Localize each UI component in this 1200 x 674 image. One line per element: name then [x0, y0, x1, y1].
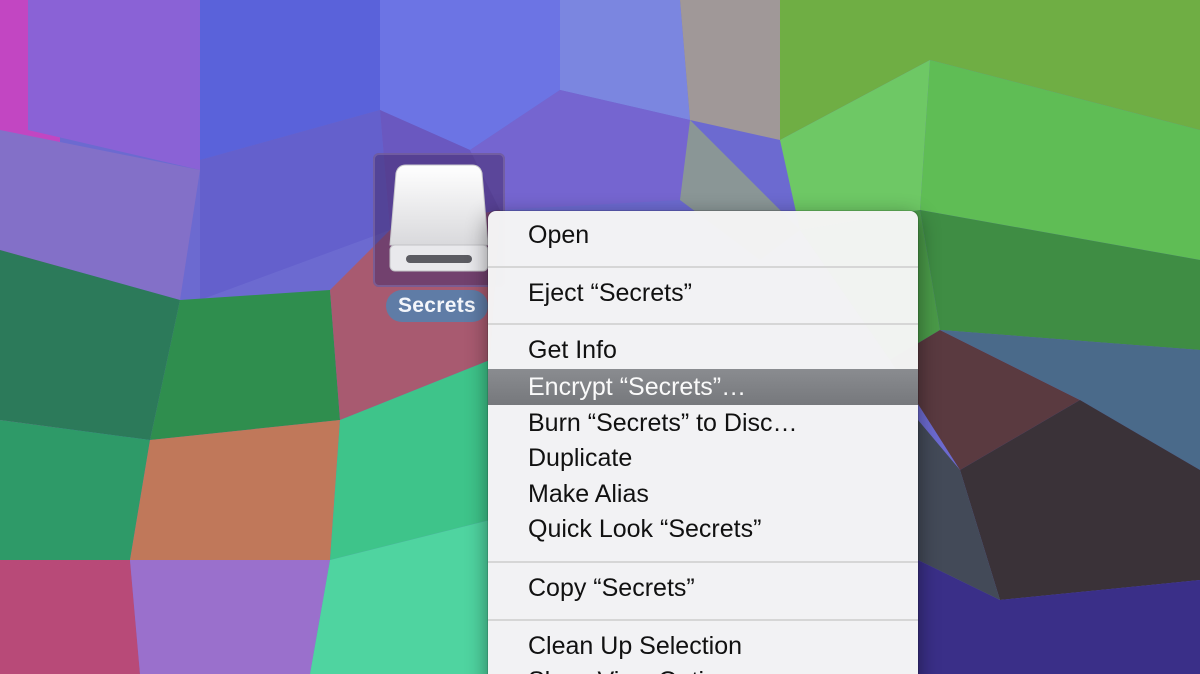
menu-item-open[interactable]: Open	[488, 217, 918, 253]
menu-item-show-view-options[interactable]: Show View Options	[488, 663, 918, 674]
menu-item-make-alias[interactable]: Make Alias	[488, 476, 918, 512]
menu-item-copy[interactable]: Copy “Secrets”	[488, 570, 918, 606]
menu-item-eject[interactable]: Eject “Secrets”	[488, 275, 918, 311]
menu-item-get-info[interactable]: Get Info	[488, 332, 918, 368]
menu-item-quick-look[interactable]: Quick Look “Secrets”	[488, 511, 918, 547]
menu-separator	[488, 619, 918, 621]
context-menu: Open Eject “Secrets” Get Info Encrypt “S…	[488, 211, 918, 674]
desktop[interactable]: Secrets Open Eject “Secrets” Get Info En…	[0, 0, 1200, 674]
drive-label[interactable]: Secrets	[386, 290, 488, 322]
menu-item-clean-up-selection[interactable]: Clean Up Selection	[488, 628, 918, 664]
menu-separator	[488, 561, 918, 563]
menu-separator	[488, 323, 918, 325]
menu-item-burn-to-disc[interactable]: Burn “Secrets” to Disc…	[488, 405, 918, 441]
external-drive-icon	[389, 164, 489, 272]
menu-item-duplicate[interactable]: Duplicate	[488, 440, 918, 476]
menu-separator	[488, 266, 918, 268]
menu-item-encrypt[interactable]: Encrypt “Secrets”…	[488, 369, 918, 405]
drive-icon-selection[interactable]	[373, 153, 505, 287]
